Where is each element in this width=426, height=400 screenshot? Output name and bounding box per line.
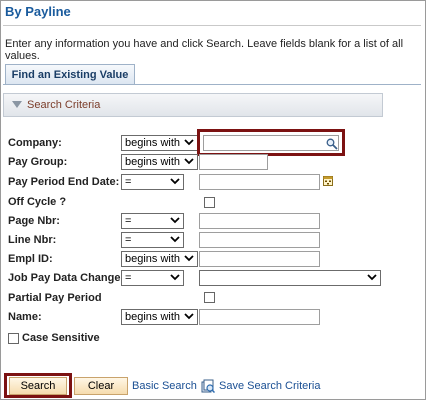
search-criteria-header[interactable]: Search Criteria [3, 93, 383, 117]
line-nbr-input[interactable] [199, 232, 320, 248]
lookup-icon[interactable] [326, 138, 338, 150]
chevron-down-icon [184, 158, 194, 165]
company-label: Company: [8, 137, 62, 149]
line-nbr-operator-value: = [125, 234, 132, 246]
pay-group-operator-value: begins with [125, 156, 181, 168]
case-sensitive-checkbox[interactable] [8, 333, 19, 344]
collapse-triangle-icon [12, 101, 22, 108]
job-pay-data-change-operator-select[interactable]: = [121, 270, 184, 286]
case-sensitive-label: Case Sensitive [22, 332, 100, 344]
empl-id-label: Empl ID: [8, 253, 53, 265]
off-cycle-checkbox[interactable] [204, 197, 215, 208]
job-pay-data-change-operator-value: = [125, 272, 132, 284]
name-operator-select[interactable]: begins with [121, 309, 198, 325]
search-button[interactable]: Search [9, 377, 67, 395]
pay-group-input[interactable] [199, 154, 268, 170]
tab-divider [3, 84, 421, 85]
chevron-down-icon [170, 217, 180, 224]
line-nbr-label: Line Nbr: [8, 234, 57, 246]
pay-group-operator-select[interactable]: begins with [121, 154, 198, 170]
page-nbr-input[interactable] [199, 213, 320, 229]
pay-group-label: Pay Group: [8, 156, 68, 168]
basic-search-link[interactable]: Basic Search [132, 380, 197, 392]
company-operator-select[interactable]: begins with [121, 135, 198, 151]
pay-period-end-date-label: Pay Period End Date: [8, 176, 120, 188]
chevron-down-icon [170, 274, 180, 281]
company-operator-value: begins with [125, 137, 181, 149]
off-cycle-label: Off Cycle ? [8, 196, 67, 208]
company-input[interactable] [203, 135, 339, 151]
partial-pay-period-checkbox[interactable] [204, 292, 215, 303]
title-divider [3, 25, 421, 26]
save-search-icon[interactable] [201, 379, 215, 393]
empl-id-input[interactable] [199, 251, 320, 267]
job-pay-data-change-label: Job Pay Data Change: [8, 272, 125, 284]
job-pay-data-change-value-select[interactable] [199, 270, 381, 286]
line-nbr-operator-select[interactable]: = [121, 232, 184, 248]
chevron-down-icon [184, 255, 194, 262]
calendar-icon[interactable] [323, 175, 333, 186]
chevron-down-icon [170, 178, 180, 185]
page-title: By Payline [5, 4, 71, 19]
save-search-criteria-link[interactable]: Save Search Criteria [219, 380, 321, 392]
chevron-down-icon [367, 274, 377, 281]
pay-period-end-date-operator-select[interactable]: = [121, 174, 184, 190]
name-operator-value: begins with [125, 311, 181, 323]
page-nbr-operator-value: = [125, 215, 132, 227]
instructions-text: Enter any information you have and click… [5, 38, 404, 62]
empl-id-operator-value: begins with [125, 253, 181, 265]
name-input[interactable] [199, 309, 320, 325]
partial-pay-period-label: Partial Pay Period [8, 292, 102, 304]
pay-period-end-date-operator-value: = [125, 176, 132, 188]
empl-id-operator-select[interactable]: begins with [121, 251, 198, 267]
chevron-down-icon [184, 313, 194, 320]
search-criteria-label: Search Criteria [27, 99, 101, 111]
clear-button[interactable]: Clear [74, 377, 128, 395]
chevron-down-icon [184, 139, 194, 146]
name-label: Name: [8, 311, 42, 323]
page-nbr-label: Page Nbr: [8, 215, 60, 227]
page-nbr-operator-select[interactable]: = [121, 213, 184, 229]
pay-period-end-date-input[interactable] [199, 174, 320, 190]
tab-find-existing-value[interactable]: Find an Existing Value [5, 64, 135, 84]
chevron-down-icon [170, 236, 180, 243]
